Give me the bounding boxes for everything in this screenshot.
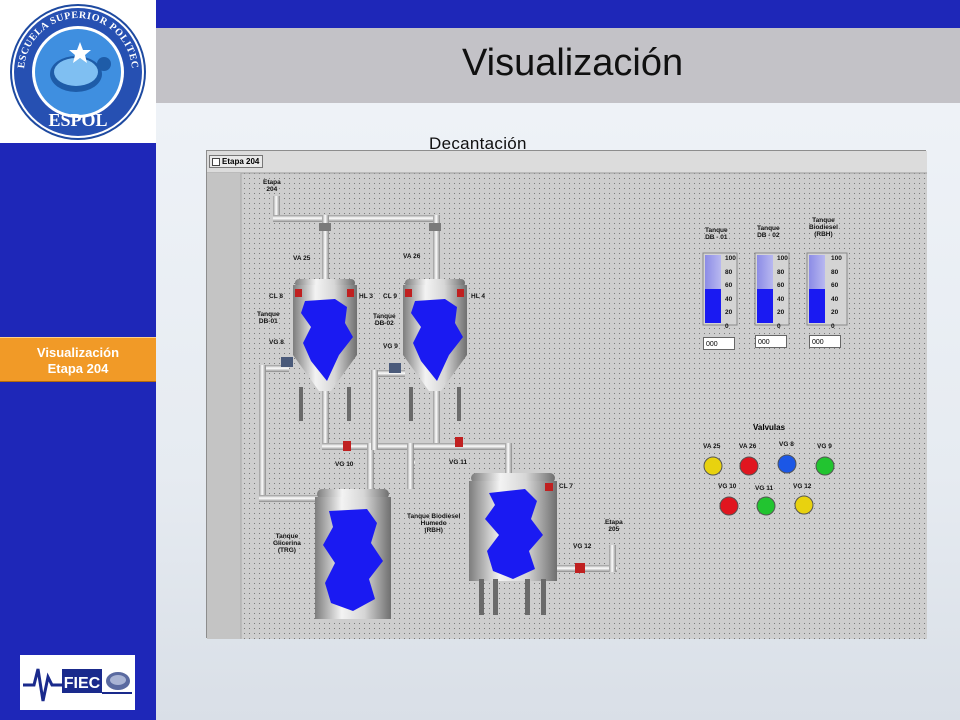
valve-light-vg10-label: VG 10 <box>718 483 737 490</box>
tank-db-02-label: Tanque DB-02 <box>373 313 396 327</box>
tab-etapa-204[interactable]: Etapa 204 <box>209 155 264 168</box>
gauge-1-title: Tanque DB - 01 <box>705 227 728 241</box>
nav-button-line2: Etapa 204 <box>47 361 109 376</box>
gauge-1-readout: 000 <box>703 337 735 350</box>
tank-biodiesel-label: Tanque Biodiesel Humedo (RBH) <box>407 513 461 534</box>
nav-button-visualizacion-etapa-204[interactable]: Visualización Etapa 204 <box>0 337 156 382</box>
valve-vg12-label: VG 12 <box>573 543 592 550</box>
nav-button-line1: Visualización <box>36 345 120 360</box>
gauge-2-title: Tanque DB - 02 <box>757 225 780 239</box>
sensor-cl9-label: CL 9 <box>383 293 397 300</box>
svg-text:FIEC: FIEC <box>64 675 101 692</box>
valve-light-vg8-label: VG 8 <box>779 441 794 448</box>
sensor-hl4-label: HL 4 <box>471 293 485 300</box>
gauge-3-ticks: 100 80 60 40 20 0 <box>831 255 842 330</box>
valves-title: Valvulas <box>753 423 786 432</box>
espol-emblem-icon: ESCUELA SUPERIOR POLITECNICA DEL LITORAL… <box>4 0 146 140</box>
outlet-label: Etapa 205 <box>605 519 623 533</box>
tank-glicerina-label: Tanque Glicerina (TRG) <box>273 533 301 554</box>
valve-light-va25-label: VA 25 <box>703 443 721 450</box>
valve-vg10-label: VG 10 <box>335 461 354 468</box>
valve-light-vg12-label: VG 12 <box>793 483 812 490</box>
gauge-2-ticks: 100 80 60 40 20 0 <box>777 255 788 330</box>
svg-text:ESPOL: ESPOL <box>48 110 107 130</box>
gauge-3-readout: 000 <box>809 335 841 348</box>
gauge-3-title: Tanque Biodiesel (RBH) <box>809 217 838 238</box>
inlet-label: Etapa 204 <box>263 179 281 193</box>
page-title: Visualización <box>462 42 684 84</box>
valve-vg9-label: VG 9 <box>383 343 398 350</box>
fiec-logo-icon: FIEC <box>23 668 132 702</box>
valve-vg8-label: VG 8 <box>269 339 284 346</box>
valve-vg11-label: VG 11 <box>449 459 468 466</box>
fiec-logo: FIEC <box>20 655 135 710</box>
valve-va25-label: VA 25 <box>293 255 311 262</box>
top-band <box>156 0 960 28</box>
gauge-1-ticks: 100 80 60 40 20 0 <box>725 255 736 330</box>
sensor-cl7-label: CL 7 <box>559 483 573 490</box>
valve-light-vg9-label: VG 9 <box>817 443 832 450</box>
tank-glicerina <box>315 489 391 619</box>
valve-light-va26-label: VA 26 <box>739 443 757 450</box>
valve-light-vg11-label: VG 11 <box>755 485 774 492</box>
tank-db-01-label: Tanque DB-01 <box>257 311 280 325</box>
espol-logo: ESCUELA SUPERIOR POLITECNICA DEL LITORAL… <box>0 0 156 143</box>
valve-va26-label: VA 26 <box>403 253 421 260</box>
scada-panel: Etapa 204 Etapa 204 Etapa 205 VA 25 CL 8 H… <box>206 150 927 639</box>
gauge-2-readout: 000 <box>755 335 787 348</box>
sensor-cl8-label: CL 8 <box>269 293 283 300</box>
sensor-hl3-label: HL 3 <box>359 293 373 300</box>
